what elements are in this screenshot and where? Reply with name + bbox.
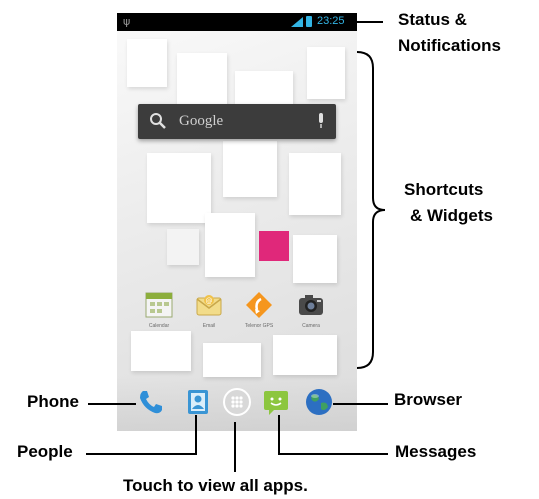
gps-icon: [246, 292, 272, 318]
usb-icon: ψ: [123, 15, 131, 28]
google-search-widget[interactable]: Google: [138, 104, 336, 139]
messages-leader-h: [278, 453, 388, 455]
wallpaper-tile: [273, 335, 337, 375]
status-leader-line: [352, 21, 383, 23]
phone-callout: Phone: [27, 392, 79, 411]
messages-leader-v: [278, 415, 280, 455]
search-icon: [150, 113, 166, 129]
microphone-icon[interactable]: [316, 112, 326, 130]
camera-icon: [299, 295, 323, 315]
app-label: Camera: [302, 323, 320, 329]
wallpaper-tile: [127, 39, 167, 87]
calendar-icon: [145, 292, 173, 318]
shortcuts-callout-line1: Shortcuts: [404, 180, 484, 199]
shortcuts-brace: [356, 51, 386, 369]
phone-icon[interactable]: [136, 387, 166, 417]
people-callout: People: [17, 442, 73, 461]
app-label: Email: [202, 323, 216, 329]
wallpaper-tile: [223, 141, 277, 197]
people-leader-h: [86, 453, 196, 455]
wallpaper-tile: [293, 235, 337, 283]
phone-home-screen: ψ 23:25 Google Calendar @ Email Telenor …: [117, 13, 357, 431]
dock: [117, 377, 357, 431]
browser-callout: Browser: [394, 390, 463, 409]
all-apps-callout: Touch to view all apps.: [123, 476, 308, 495]
browser-leader-line: [333, 403, 388, 405]
wallpaper-tile: [307, 47, 345, 99]
svg-text:@: @: [206, 297, 213, 305]
gps-shortcut[interactable]: Telenor GPS: [237, 290, 281, 329]
wallpaper-tile: [147, 153, 211, 223]
status-callout-line2: Notifications: [398, 36, 501, 55]
browser-icon[interactable]: [304, 387, 334, 417]
email-icon: @: [196, 295, 222, 316]
camera-shortcut[interactable]: Camera: [289, 290, 333, 329]
people-icon[interactable]: [183, 387, 213, 417]
people-leader-v: [195, 415, 197, 455]
messages-callout: Messages: [395, 442, 477, 461]
wallpaper-tile: [167, 229, 199, 265]
pink-wallpaper-tile: [259, 231, 289, 261]
app-label: Calendar: [148, 323, 170, 329]
wallpaper-tile: [131, 331, 191, 371]
all-apps-icon[interactable]: [222, 387, 252, 417]
search-placeholder: Google: [179, 113, 224, 129]
email-shortcut[interactable]: @ Email: [187, 290, 231, 329]
signal-icon: [291, 17, 303, 27]
phone-leader-line: [88, 403, 136, 405]
battery-icon: [306, 16, 312, 27]
wallpaper-tile: [289, 153, 341, 215]
all-apps-leader-line: [234, 422, 236, 472]
messages-icon[interactable]: [261, 387, 291, 417]
wallpaper: [117, 13, 357, 431]
status-bar[interactable]: ψ 23:25: [117, 13, 357, 31]
status-callout-line1: Status &: [398, 10, 467, 29]
app-label: Telenor GPS: [244, 323, 274, 329]
status-clock: 23:25: [317, 15, 345, 27]
wallpaper-tile: [205, 213, 255, 277]
wallpaper-tile: [203, 343, 261, 377]
calendar-shortcut[interactable]: Calendar: [137, 290, 181, 329]
shortcuts-callout-line2: & Widgets: [410, 206, 493, 225]
